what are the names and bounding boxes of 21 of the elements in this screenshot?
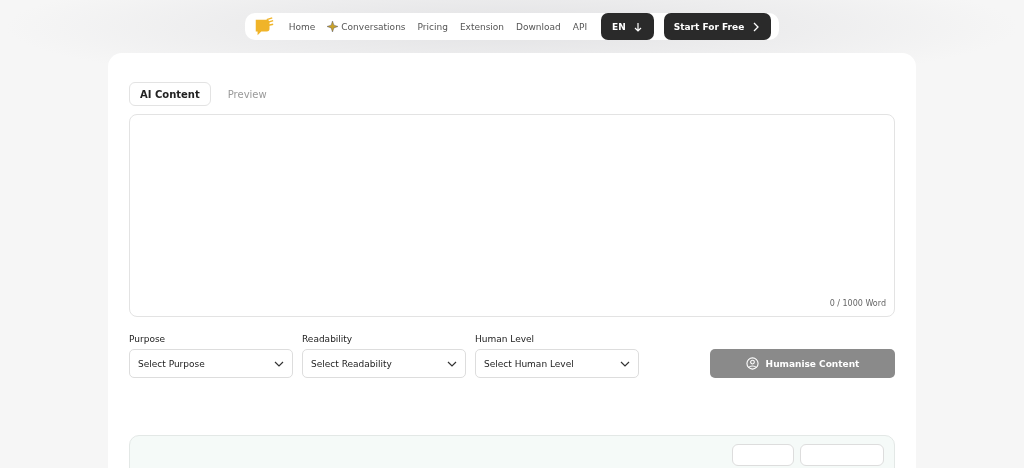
dropdown-select[interactable]: Select Purpose [129,349,293,378]
field-label: Readability [302,334,354,344]
start-button[interactable]: Start For Free [663,13,772,40]
panel-button[interactable] [732,444,794,466]
user-circle-icon [745,357,759,370]
nav-link[interactable]: Conversations [321,21,412,32]
dropdown-select[interactable]: Select Readability [302,349,466,378]
field-label: Human Level [475,334,536,344]
tab[interactable]: AI Content [129,82,211,106]
language-button[interactable]: EN [601,13,654,40]
nav-link[interactable]: Download [510,21,567,32]
field-label: Purpose [129,334,167,344]
word-counter: 0 / 1000 Word [829,299,886,308]
nav-link[interactable]: Pricing [411,21,454,32]
panel-button[interactable] [800,444,884,466]
nav-link[interactable]: Extension [453,21,511,32]
nav-link[interactable]: API [566,21,594,32]
dropdown-select[interactable]: Select Human Level [475,349,639,378]
text-input-area[interactable]: 0 / 1000 Word [129,114,895,317]
nav-link[interactable]: Home [282,21,322,32]
arrow-down-icon [632,21,643,32]
